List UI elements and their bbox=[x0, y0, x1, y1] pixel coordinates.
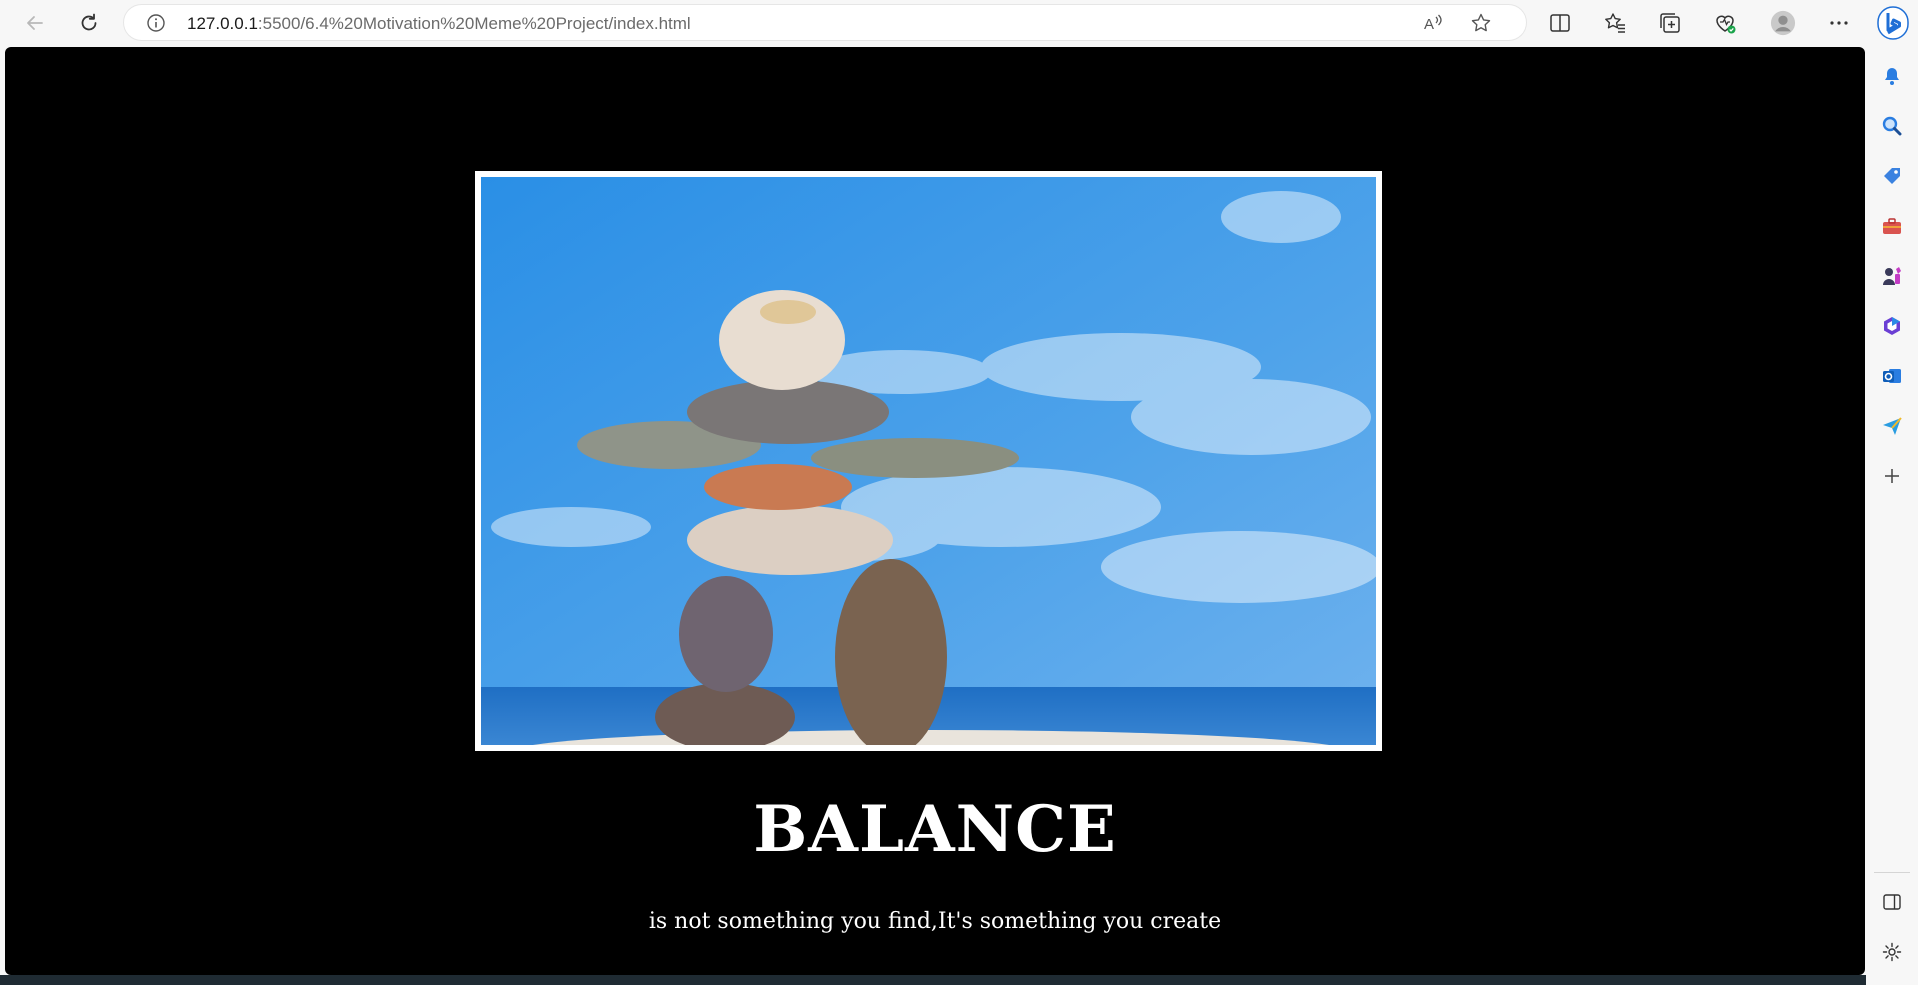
url-path: :5500/6.4%20Motivation%20Meme%20Project/… bbox=[257, 14, 691, 33]
favorites-icon bbox=[1605, 13, 1625, 33]
sidebar-divider bbox=[1874, 872, 1910, 873]
split-screen-icon bbox=[1550, 14, 1570, 32]
add-favorite-star-icon[interactable] bbox=[1470, 12, 1492, 34]
notifications-icon bbox=[1885, 68, 1899, 85]
copilot-icon bbox=[1877, 6, 1909, 40]
add-sidebar-app-button[interactable] bbox=[1879, 463, 1905, 489]
collections-icon bbox=[1660, 13, 1680, 33]
edge-sidebar bbox=[1866, 46, 1918, 985]
profile-button[interactable] bbox=[1770, 10, 1796, 36]
tools-button[interactable] bbox=[1879, 213, 1905, 239]
shopping-icon bbox=[1884, 168, 1900, 184]
outlook-icon bbox=[1883, 369, 1901, 383]
favorites-button[interactable] bbox=[1602, 10, 1628, 36]
settings-icon bbox=[1882, 942, 1902, 962]
copilot-button[interactable] bbox=[1877, 6, 1909, 40]
add-icon bbox=[1885, 469, 1899, 483]
microsoft-365-button[interactable] bbox=[1879, 313, 1905, 339]
shopping-button[interactable] bbox=[1879, 163, 1905, 189]
site-info-icon[interactable] bbox=[146, 13, 166, 33]
url-host: 127.0.0.1 bbox=[187, 14, 258, 33]
more-options-button[interactable] bbox=[1826, 10, 1852, 36]
balance-stones-image bbox=[475, 171, 1382, 751]
send-icon bbox=[1883, 417, 1902, 435]
microsoft-365-icon bbox=[1884, 317, 1900, 335]
profile-icon bbox=[1770, 10, 1796, 36]
back-arrow-icon bbox=[27, 16, 43, 30]
games-icon bbox=[1883, 267, 1901, 285]
sidebar-search-button[interactable] bbox=[1879, 113, 1905, 139]
browser-toolbar: 127.0.0.1:5500/6.4%20Motivation%20Meme%2… bbox=[0, 0, 1918, 46]
more-icon bbox=[1830, 21, 1848, 25]
games-button[interactable] bbox=[1879, 263, 1905, 289]
reload-button[interactable] bbox=[74, 8, 104, 38]
sidebar-toggle-icon bbox=[1883, 894, 1901, 910]
reload-icon bbox=[81, 13, 97, 31]
back-button[interactable] bbox=[20, 8, 50, 38]
split-screen-button[interactable] bbox=[1547, 10, 1573, 36]
browser-essentials-icon bbox=[1716, 15, 1736, 34]
tools-icon bbox=[1883, 218, 1901, 234]
page-viewport: BALANCE is not something you find,It's s… bbox=[5, 47, 1865, 975]
sidebar-settings-button[interactable] bbox=[1879, 939, 1905, 965]
url-text[interactable]: 127.0.0.1:5500/6.4%20Motivation%20Meme%2… bbox=[187, 14, 691, 34]
page-headline: BALANCE bbox=[753, 792, 1117, 867]
browser-essentials-button[interactable] bbox=[1712, 10, 1738, 36]
collections-button[interactable] bbox=[1657, 10, 1683, 36]
search-icon bbox=[1882, 116, 1902, 136]
read-aloud-icon[interactable]: A bbox=[1422, 12, 1444, 34]
notifications-button[interactable] bbox=[1879, 63, 1905, 89]
page-tagline: is not something you find,It's something… bbox=[648, 909, 1222, 934]
send-button[interactable] bbox=[1879, 413, 1905, 439]
outlook-button[interactable] bbox=[1879, 363, 1905, 389]
hide-sidebar-button[interactable] bbox=[1879, 889, 1905, 915]
address-bar[interactable]: 127.0.0.1:5500/6.4%20Motivation%20Meme%2… bbox=[124, 5, 1526, 40]
svg-text:A: A bbox=[1424, 16, 1434, 33]
taskbar-edge bbox=[0, 975, 1866, 985]
